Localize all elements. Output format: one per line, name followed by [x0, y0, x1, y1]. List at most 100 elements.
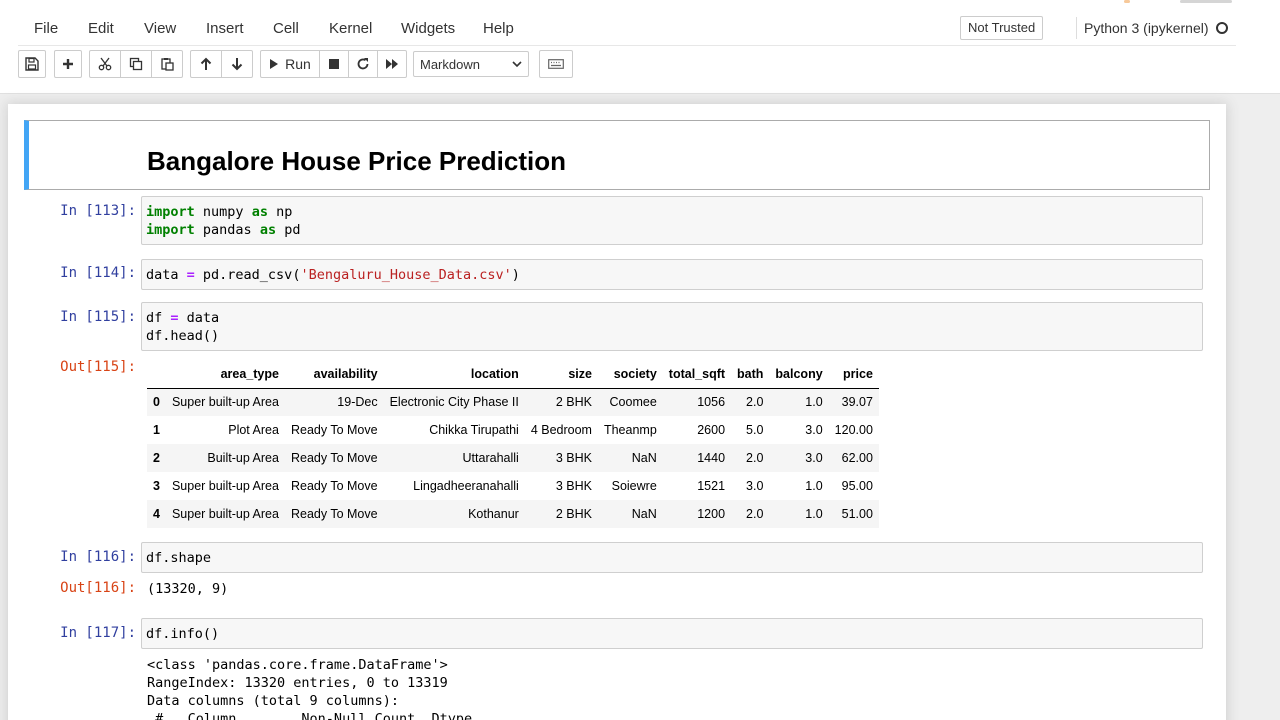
table-cell: 3.0: [805, 423, 823, 437]
input-prompt-116: In [116]:: [60, 549, 136, 565]
row-index: 3: [153, 479, 160, 493]
info-output-line: # Column Non-Null Count Dtype: [147, 711, 473, 720]
kernel-name[interactable]: Python 3 (ipykernel): [1084, 20, 1209, 36]
output-prompt-115: Out[115]:: [60, 359, 136, 375]
save-icon: [25, 57, 39, 71]
menu-kernel[interactable]: Kernel: [329, 20, 372, 37]
menu-edit[interactable]: Edit: [88, 20, 114, 37]
fast-forward-icon: [386, 59, 398, 69]
menu-insert[interactable]: Insert: [206, 20, 244, 37]
table-cell: 120.00: [834, 423, 873, 437]
table-cell: 3 BHK: [555, 479, 592, 493]
table-cell: 51.00: [841, 507, 873, 521]
markdown-cell-selected[interactable]: Bangalore House Price Prediction: [24, 120, 1210, 190]
kw-token: as: [251, 204, 268, 220]
restart-run-all-button[interactable]: [377, 50, 407, 78]
table-body: 0 Super built-up Area 19-Dec Electronic Cit…: [147, 388, 879, 528]
code-line: df.shape: [146, 549, 211, 567]
code-token: numpy: [194, 204, 252, 220]
table-cell: Coomee: [609, 395, 657, 410]
paste-button[interactable]: [151, 50, 183, 78]
code-line: df.head(): [146, 327, 219, 345]
column-header: price: [828, 360, 879, 389]
table-cell: 1440: [697, 451, 726, 465]
move-down-button[interactable]: [221, 50, 253, 78]
run-button[interactable]: Run: [260, 50, 320, 78]
keyboard-icon: [548, 59, 564, 69]
table-cell: 2600: [697, 423, 726, 437]
cell-type-select[interactable]: Markdown: [413, 51, 529, 77]
code-cell-117[interactable]: df.info(): [141, 618, 1203, 649]
index-header: [147, 360, 166, 389]
menu-widgets[interactable]: Widgets: [401, 20, 455, 37]
input-prompt-117: In [117]:: [60, 625, 136, 641]
table-cell: 62.00: [841, 451, 873, 465]
code-line: df.info(): [146, 625, 219, 643]
command-palette-button[interactable]: [539, 50, 573, 78]
table-cell: Lingadheeranahalli: [413, 479, 519, 493]
table-cell: 4 Bedroom: [530, 423, 592, 437]
arrow-up-icon: [200, 57, 212, 70]
insert-cell-button[interactable]: [54, 50, 82, 78]
op-token: =: [170, 310, 179, 326]
code-cell-116[interactable]: df.shape: [141, 542, 1203, 573]
code-line: df = data: [146, 309, 219, 327]
code-token: pandas: [194, 222, 260, 238]
interrupt-button[interactable]: [319, 50, 349, 78]
dataframe-table: area_type availability location size soc…: [147, 360, 879, 528]
table-cell: 1.0: [805, 395, 823, 410]
table-cell: 19-Dec: [337, 395, 378, 410]
kernel-separator: [1076, 17, 1077, 39]
table-cell: 1.0: [805, 479, 823, 493]
table-cell: 3.0: [746, 479, 764, 493]
column-header: availability: [284, 360, 384, 389]
code-token: pd.read_csv(: [194, 267, 301, 283]
table-cell: Ready To Move: [290, 423, 378, 437]
not-trusted-button[interactable]: Not Trusted: [960, 16, 1044, 40]
input-prompt-114: In [114]:: [60, 265, 136, 281]
save-button[interactable]: [18, 50, 46, 78]
code-line: import numpy as np: [146, 203, 292, 221]
table-cell: 39.07: [841, 395, 873, 410]
code-cell-114[interactable]: data = pd.read_csv('Bengaluru_House_Data…: [141, 259, 1203, 290]
menu-cell[interactable]: Cell: [273, 20, 299, 37]
scissors-icon: [98, 57, 112, 71]
op-token: =: [186, 267, 195, 283]
code-cell-113[interactable]: import numpy as np import pandas as pd: [141, 196, 1203, 245]
table-cell: 2 BHK: [555, 507, 592, 521]
restart-icon: [357, 58, 369, 70]
table-row: 2 Built-up Area Ready To Move Uttarahalli 3 …: [147, 444, 879, 472]
kw-token: import: [146, 222, 195, 238]
table-cell: 5.0: [746, 423, 764, 437]
table-cell: Built-up Area: [207, 451, 279, 465]
table-cell: 2.0: [746, 507, 764, 521]
header-orange-mark: [1124, 0, 1130, 3]
info-output-line: Data columns (total 9 columns):: [147, 693, 399, 709]
code-token: np: [267, 204, 293, 220]
cut-button[interactable]: [89, 50, 121, 78]
arrow-down-icon: [231, 58, 243, 71]
code-token: ): [511, 267, 520, 283]
menu-file[interactable]: File: [34, 20, 58, 37]
table-row: 4 Super built-up Area Ready To Move Kothanu…: [147, 500, 879, 528]
table-cell: Chikka Tirupathi: [429, 423, 519, 437]
kernel-idle-icon: [1216, 22, 1228, 34]
copy-button[interactable]: [120, 50, 152, 78]
restart-button[interactable]: [348, 50, 378, 78]
table-cell: Super built-up Area: [171, 479, 279, 493]
column-header: balcony: [769, 360, 829, 389]
table-cell: NaN: [631, 507, 657, 521]
plus-icon: [63, 59, 73, 69]
move-up-button[interactable]: [190, 50, 222, 78]
table-cell: Ready To Move: [290, 507, 378, 521]
table-cell: 1056: [697, 395, 726, 410]
table-row: 0 Super built-up Area 19-Dec Electronic Cit…: [147, 388, 879, 416]
menu-view[interactable]: View: [144, 20, 176, 37]
table-cell: Ready To Move: [290, 479, 378, 493]
code-token: df.info(): [146, 626, 220, 642]
menu-help[interactable]: Help: [483, 20, 514, 37]
code-cell-115[interactable]: df = data df.head(): [141, 302, 1203, 351]
row-index: 2: [153, 451, 160, 465]
table-cell: Ready To Move: [290, 451, 378, 465]
table-row: 3 Super built-up Area Ready To Move Lingadh…: [147, 472, 879, 500]
